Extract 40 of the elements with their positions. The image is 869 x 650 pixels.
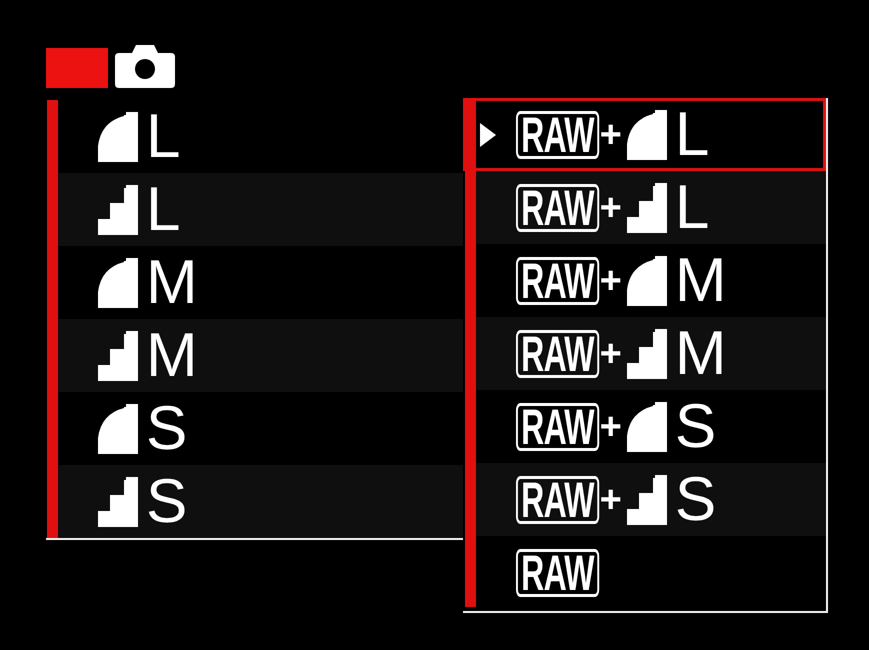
quality-option[interactable]: S: [58, 465, 463, 538]
staircase-icon: [626, 328, 667, 378]
raw-quality-option[interactable]: RAW+ L: [463, 98, 826, 171]
raw-quality-option[interactable]: RAW+ L: [476, 171, 826, 244]
raw-label: RAW: [516, 184, 599, 232]
size-label: S: [146, 398, 188, 460]
size-label: L: [146, 106, 180, 168]
size-label: M: [146, 324, 198, 386]
quality-option[interactable]: L: [58, 173, 463, 246]
plus-sign: +: [600, 116, 622, 154]
staircase-icon: [626, 474, 667, 524]
size-label: L: [674, 176, 710, 238]
raw-label: RAW: [516, 256, 599, 304]
quality-option[interactable]: M: [58, 319, 463, 392]
plus-sign: +: [600, 262, 622, 300]
raw-label: RAW: [516, 548, 599, 596]
size-label: M: [146, 252, 198, 314]
raw-label: RAW: [516, 402, 599, 450]
plus-sign: +: [600, 480, 622, 518]
size-label: M: [674, 322, 727, 384]
plus-sign: +: [600, 188, 622, 226]
raw-label: RAW: [516, 476, 599, 524]
menu-tab[interactable]: [115, 45, 175, 88]
raw-label: RAW: [516, 330, 599, 378]
plus-sign: +: [600, 334, 622, 372]
size-label: L: [674, 104, 710, 166]
staircase-icon: [98, 184, 138, 234]
raw-quality-option[interactable]: RAW+ S: [476, 463, 826, 536]
size-label: L: [146, 178, 180, 240]
staircase-icon: [626, 182, 667, 232]
camera-icon: [115, 45, 175, 88]
size-label: S: [674, 468, 716, 530]
plus-sign: +: [600, 408, 622, 446]
raw-quality-option[interactable]: RAW+ M: [476, 317, 826, 390]
size-label: S: [674, 396, 716, 458]
raw-label: RAW: [516, 110, 599, 158]
staircase-icon: [98, 330, 138, 380]
size-label: S: [146, 470, 188, 532]
size-label: M: [674, 250, 727, 312]
staircase-icon: [98, 476, 138, 526]
